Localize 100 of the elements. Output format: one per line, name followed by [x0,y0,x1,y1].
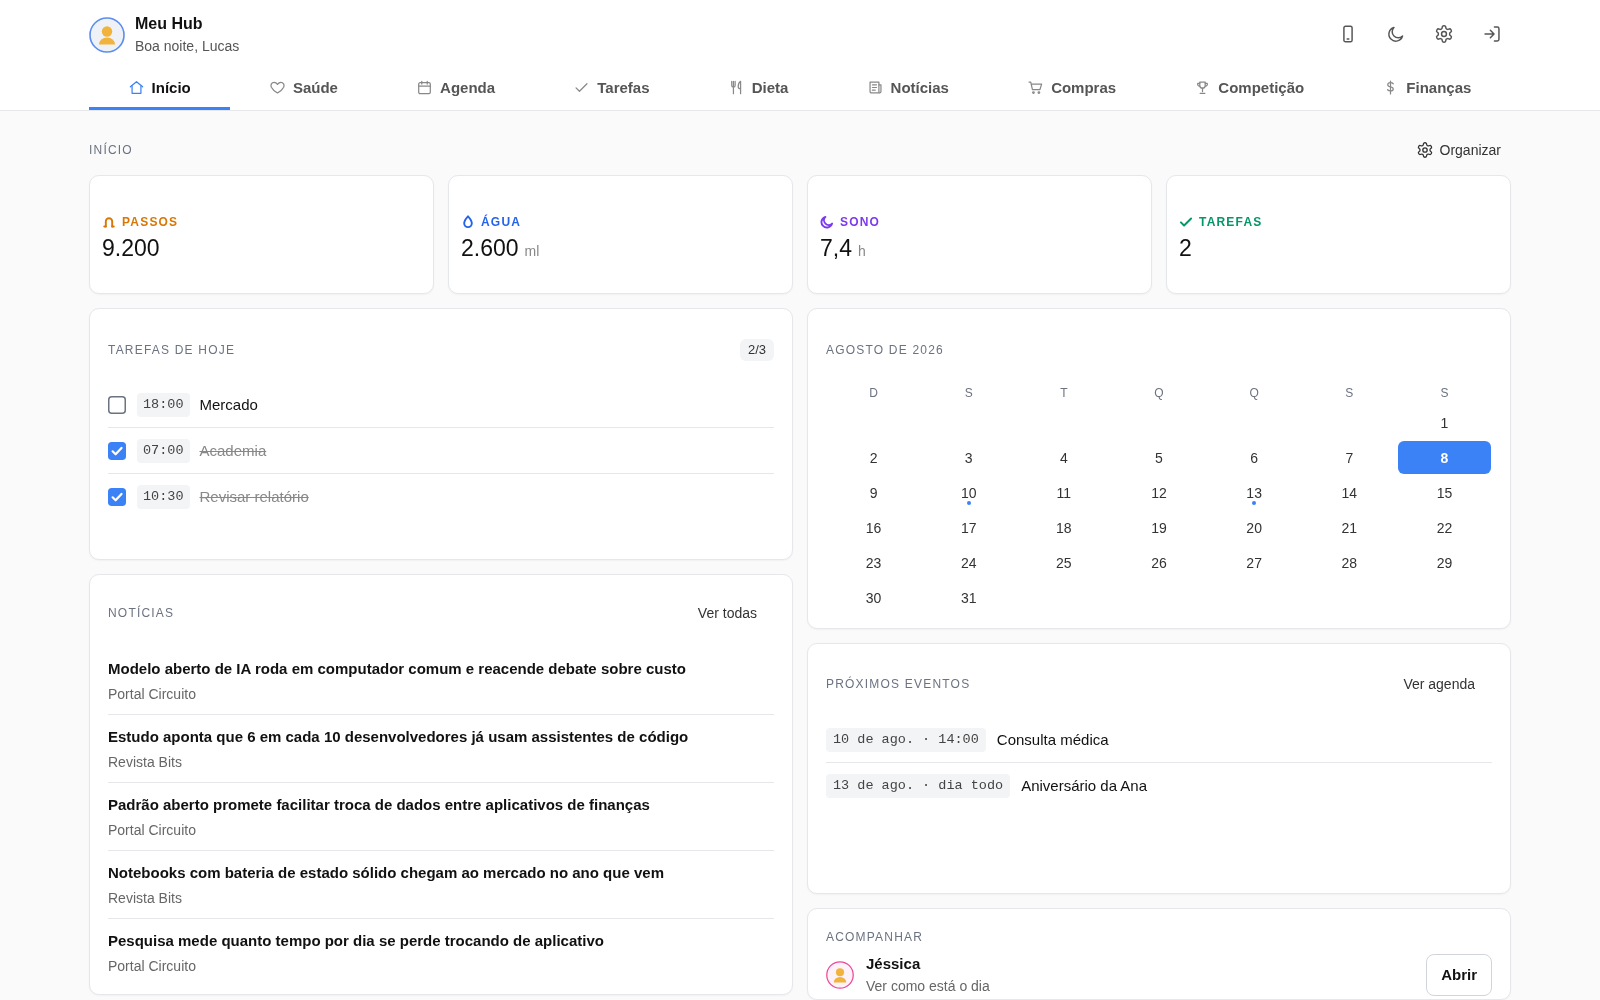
calendar-day[interactable]: 24 [922,546,1016,579]
moon-icon[interactable] [1387,25,1405,43]
calendar-day[interactable]: 31 [922,581,1016,614]
weekday-label: T [1060,385,1068,401]
nav-tab[interactable]: Notícias [828,68,989,110]
event-title: Consulta médica [996,731,1109,748]
stat-value: 9.200 [102,234,160,263]
nav-tab[interactable]: Dieta [689,68,828,110]
calendar-day[interactable]: 2 [827,441,921,474]
time-chip: 10:30 [137,484,190,509]
arrow-bracket-icon[interactable] [1483,25,1501,43]
card-title: PRÓXIMOS EVENTOS [826,676,971,692]
time-chip: 07:00 [137,438,190,463]
newspaper-icon [867,80,883,95]
calendar-day[interactable]: 29 [1397,546,1491,579]
weekday-label: Q [1154,385,1164,401]
calendar-day[interactable]: 9 [827,476,921,509]
news-source: Portal Circuito [108,685,196,704]
calendar-day[interactable]: 16 [827,511,921,544]
calendar-day[interactable]: 8 [1397,441,1491,474]
organize-button[interactable]: Organizar [1416,141,1501,159]
calendar-day[interactable]: 7 [1302,441,1396,474]
calendar-day[interactable]: 15 [1397,476,1491,509]
home-icon [128,80,144,95]
section-title: INÍCIO [89,142,133,158]
calendar-day[interactable]: 20 [1207,511,1301,544]
calendar-day[interactable]: 5 [1112,441,1206,474]
weekday-label: D [869,385,878,401]
news-headline[interactable]: Notebooks com bateria de estado sólido chegam ao mercado no ano que vem [108,863,664,883]
news-headline[interactable]: Padrão aberto promete facilitar troca de dados entre aplicativos de finanças [108,795,650,815]
calendar-day[interactable]: 18 [1017,511,1111,544]
calendar-day[interactable]: 13 [1207,476,1301,509]
task-label: Mercado [199,396,258,413]
settings-icon [1416,142,1433,158]
news-source: Portal Circuito [108,957,196,976]
weekday-label: Q [1249,385,1259,401]
news-headline[interactable]: Estudo aponta que 6 em cada 10 desenvolvedores já usam assistentes de código [108,727,689,747]
settings-icon[interactable] [1435,25,1453,43]
calendar-day[interactable]: 1 [1397,406,1491,439]
view-agenda-button[interactable]: Ver agenda [1403,675,1475,693]
news-source: Portal Circuito [108,821,196,840]
news-source: Revista Bits [108,889,182,908]
task-checkbox[interactable] [108,395,126,414]
task-label: Academia [199,442,267,459]
nav-tab[interactable]: Início [89,68,231,110]
calendar-day[interactable]: 30 [827,581,921,614]
calendar-day[interactable]: 11 [1017,476,1111,509]
stat-value: 7,4 [820,234,852,263]
stat-unit: h [858,243,866,259]
calendar-day[interactable]: 21 [1302,511,1396,544]
date-chip: 13 de ago. · dia todo [826,773,1011,798]
nav-tab[interactable]: Compras [988,68,1156,110]
stat-label: TAREFAS [1199,214,1263,230]
stat-value: 2 [1179,234,1192,263]
card-title: TAREFAS DE HOJE [108,342,236,358]
calendar-day[interactable]: 3 [922,441,1016,474]
stat-label: SONO [840,214,881,230]
calendar-day[interactable]: 17 [922,511,1016,544]
calendar-day[interactable]: 26 [1112,546,1206,579]
count-badge: 2/3 [739,339,774,361]
calendar-day[interactable]: 14 [1302,476,1396,509]
calendar-day[interactable]: 25 [1017,546,1111,579]
calendar-day[interactable]: 23 [827,546,921,579]
calendar-day[interactable]: 12 [1112,476,1206,509]
trophy-icon [1195,80,1211,95]
weekday-label: S [1440,385,1449,401]
calendar-day[interactable]: 27 [1207,546,1301,579]
event-dot-icon [966,501,971,505]
nav-tab[interactable]: Competição [1155,68,1344,110]
event-dot-icon [1252,501,1257,505]
person-status: Ver como está o dia [866,977,990,996]
calendar-day[interactable]: 6 [1207,441,1301,474]
nav-tab[interactable]: Agenda [377,68,535,110]
date-chip: 10 de ago. · 14:00 [826,727,986,752]
cart-icon [1028,80,1044,95]
avatar-icon [826,961,854,989]
news-headline[interactable]: Pesquisa mede quanto tempo por dia se perde trocando de aplicativo [108,931,604,951]
weekday-label: S [1345,385,1354,401]
weekday-label: S [964,385,973,401]
app-title: Meu Hub [135,14,203,34]
task-label: Revisar relatório [199,488,309,505]
time-chip: 18:00 [137,392,190,417]
stat-label: PASSOS [122,214,179,230]
avatar-icon [89,17,125,53]
open-button[interactable]: Abrir [1426,954,1492,996]
calendar-day[interactable]: 19 [1112,511,1206,544]
stat-unit: ml [524,243,540,259]
calendar-day[interactable]: 28 [1302,546,1396,579]
calendar-day[interactable]: 22 [1397,511,1491,544]
task-checkbox[interactable] [108,441,126,460]
nav-tab[interactable]: Saúde [230,68,378,110]
view-all-button[interactable]: Ver todas [697,604,757,622]
heart-icon [269,80,285,95]
nav-tab[interactable]: Tarefas [534,68,690,110]
calendar-day[interactable]: 10 [922,476,1016,509]
news-headline[interactable]: Modelo aberto de IA roda em computador comum e reacende debate sobre custo [108,659,686,679]
task-checkbox[interactable] [108,487,126,506]
nav-tab[interactable]: Finanças [1343,68,1511,110]
calendar-day[interactable]: 4 [1017,441,1111,474]
fork-knife-icon [728,80,744,95]
